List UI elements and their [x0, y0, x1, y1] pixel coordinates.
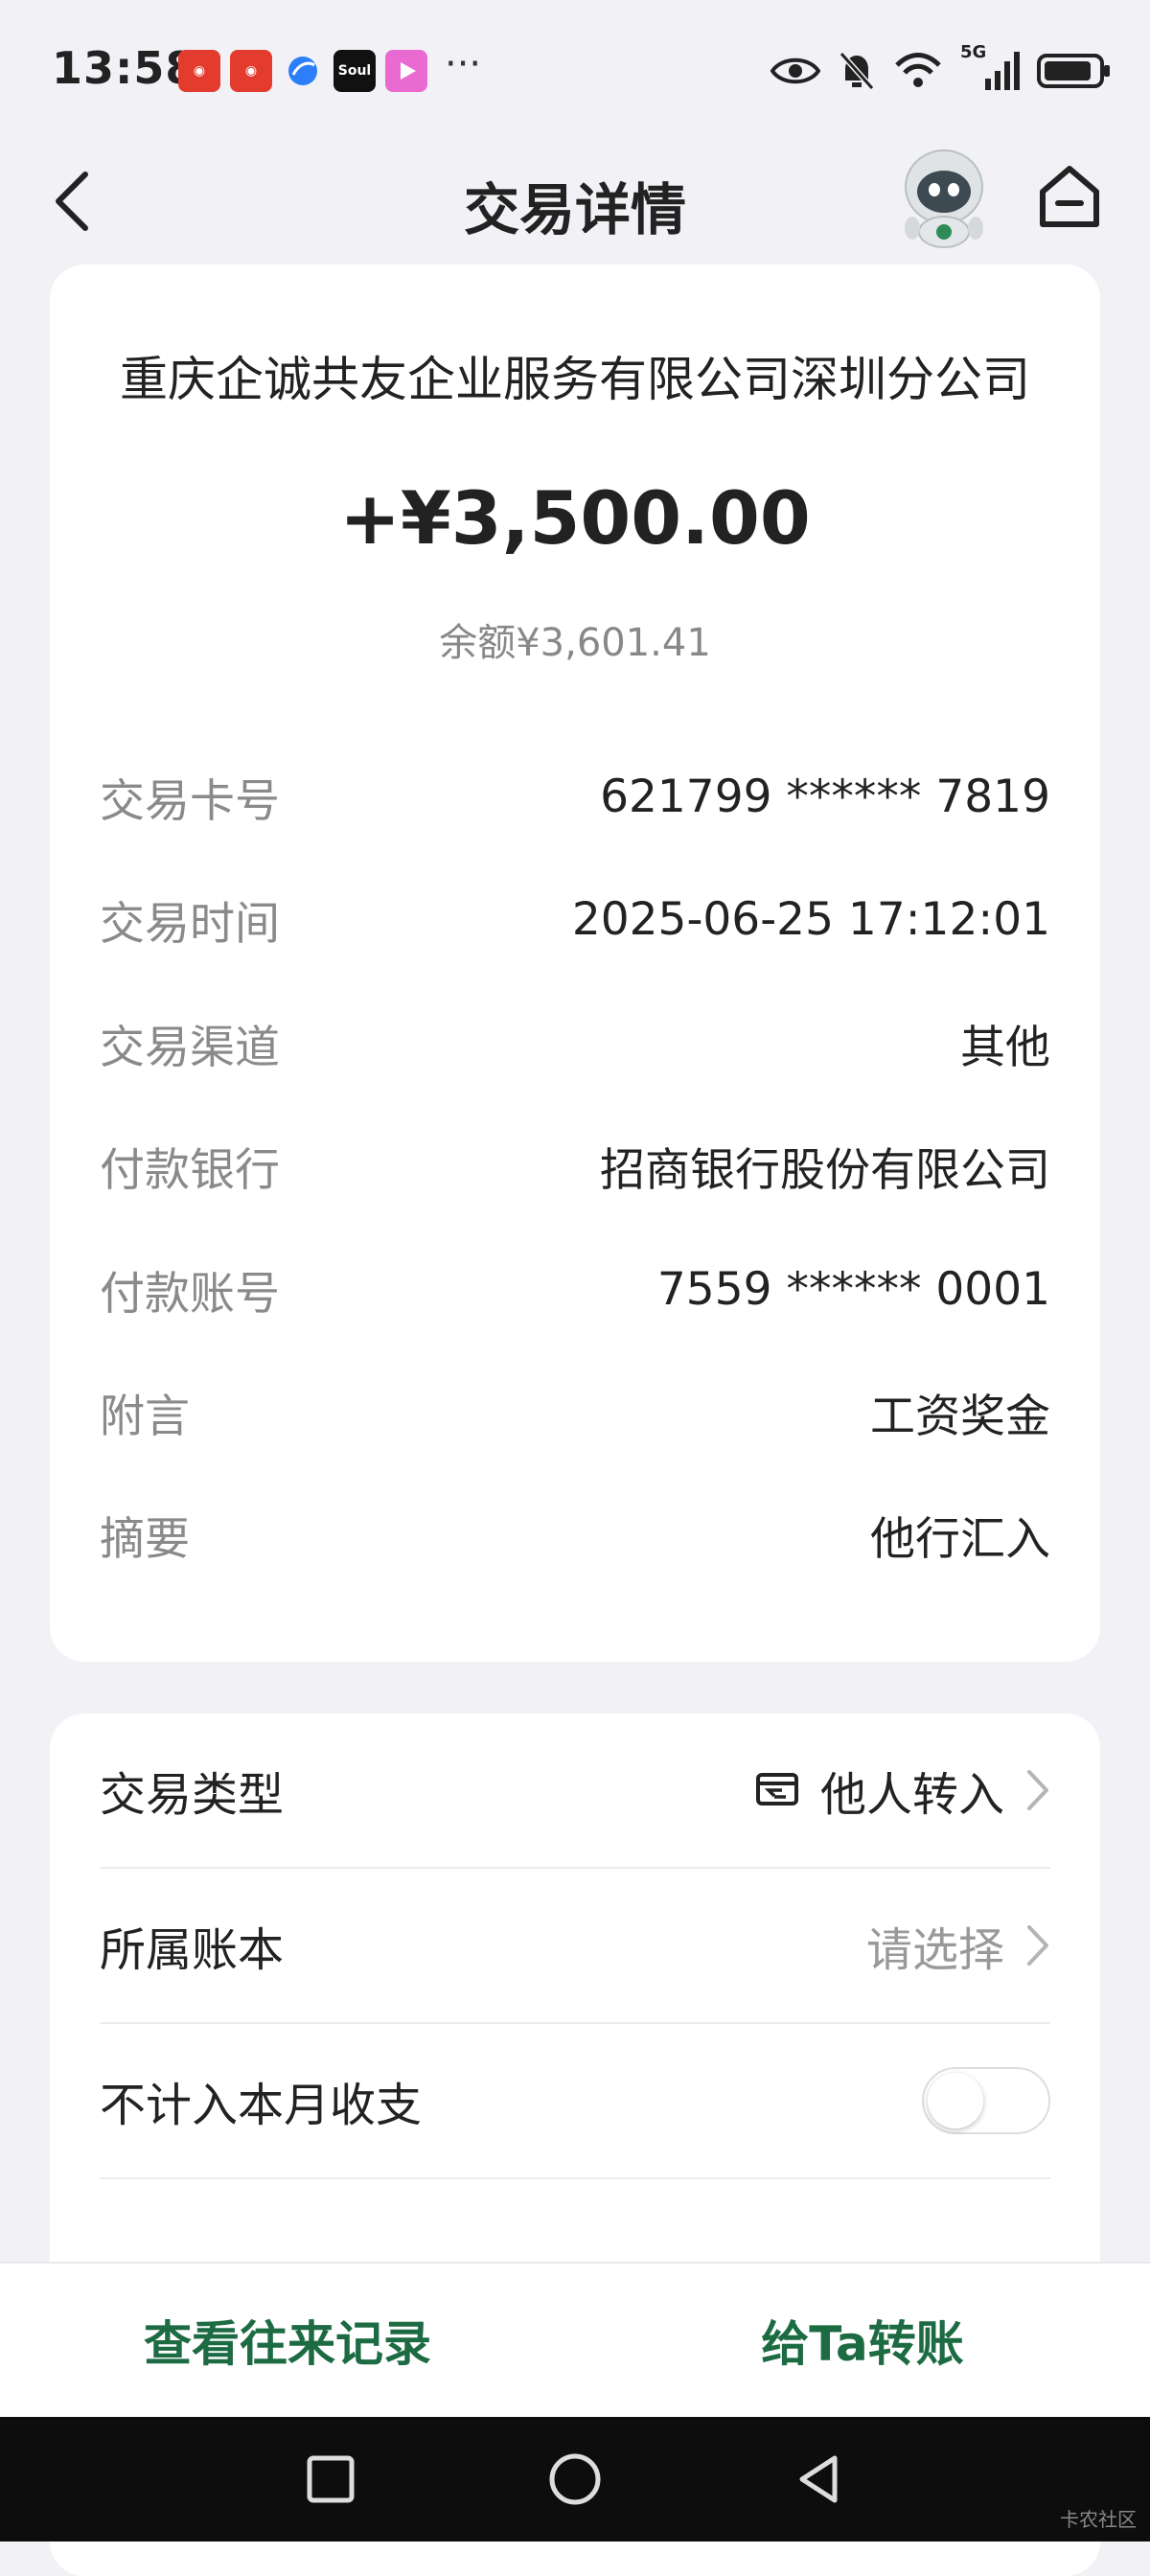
status-time: 13:58 [52, 42, 197, 94]
status-indicators: 5G [770, 42, 1112, 92]
detail-label: 付款账号 [100, 1267, 280, 1321]
recent-apps-icon[interactable] [302, 2450, 359, 2508]
detail-value: 他行汇入 [870, 1512, 1050, 1566]
detail-row-note: 附言 工资奖金 [100, 1378, 1050, 1445]
transaction-type-label: 交易类型 [100, 1768, 285, 1822]
video-icon [385, 50, 427, 92]
view-history-button[interactable]: 查看往来记录 [0, 2264, 575, 2417]
detail-row-summary: 摘要 他行汇入 [100, 1501, 1050, 1568]
transaction-type-value: 他人转入 [819, 1768, 1004, 1822]
status-more-icon: ··· [445, 42, 482, 86]
account-book-label: 所属账本 [100, 1923, 285, 1977]
header: 交易详情 [0, 144, 1150, 259]
home-circle-icon[interactable] [546, 2450, 604, 2508]
home-icon [1040, 166, 1099, 227]
system-nav-bar: 卡农社区 [0, 2417, 1150, 2542]
wifi-icon [895, 53, 941, 87]
detail-row-channel: 交易渠道 其他 [100, 1009, 1050, 1076]
robot-mascot-icon[interactable] [891, 144, 997, 249]
exclude-monthly-row: 不计入本月收支 [100, 2024, 1050, 2179]
account-book-row[interactable]: 所属账本 请选择 [100, 1869, 1050, 2024]
status-app-icons: ◉ ◉ Soul [178, 50, 427, 92]
back-triangle-icon[interactable] [791, 2450, 848, 2508]
detail-label: 摘要 [100, 1512, 190, 1566]
home-button[interactable] [1035, 161, 1104, 230]
signal-icon: 5G [960, 42, 1020, 92]
detail-label: 付款银行 [100, 1143, 280, 1197]
detail-label: 交易渠道 [100, 1021, 280, 1074]
transaction-card: 重庆企诚共友企业服务有限公司深圳分公司 +¥3,500.00 余额¥3,601.… [50, 264, 1100, 1662]
battery-icon [1037, 54, 1110, 88]
detail-row-payer-account: 付款账号 7559 ****** 0001 [100, 1255, 1050, 1322]
chevron-right-icon [1027, 1770, 1048, 1810]
detail-label: 附言 [100, 1390, 190, 1443]
detail-row-time: 交易时间 2025-06-25 17:12:01 [100, 886, 1050, 953]
eye-icon [770, 58, 820, 84]
exclude-monthly-toggle[interactable] [922, 2067, 1050, 2134]
detail-row-card-number: 交易卡号 621799 ****** 7819 [100, 763, 1050, 830]
detail-value: 621799 ****** 7819 [600, 770, 1050, 823]
account-balance: 余额¥3,601.41 [439, 621, 711, 665]
transfer-to-payer-button[interactable]: 给Ta转账 [575, 2264, 1150, 2417]
soul-icon: Soul [334, 50, 376, 92]
detail-label: 交易时间 [100, 897, 280, 951]
detail-value: 2025-06-25 17:12:01 [571, 892, 1050, 946]
detail-value: 招商银行股份有限公司 [600, 1143, 1050, 1197]
detail-row-payer-bank: 付款银行 招商银行股份有限公司 [100, 1132, 1050, 1199]
browser-icon [282, 50, 324, 92]
detail-label: 交易卡号 [100, 774, 280, 828]
watermark: 卡农社区 [1060, 2508, 1137, 2531]
detail-value: 7559 ****** 0001 [656, 1262, 1050, 1316]
exclude-monthly-label: 不计入本月收支 [100, 2079, 423, 2132]
transfer-in-icon [755, 1773, 798, 1806]
mute-bell-icon [839, 52, 875, 90]
chevron-right-icon [1027, 1925, 1048, 1966]
weibo-icon: ◉ [178, 50, 220, 92]
detail-value: 其他 [960, 1021, 1050, 1074]
account-book-value: 请选择 [865, 1923, 1004, 1977]
detail-value: 工资奖金 [870, 1390, 1050, 1443]
transaction-type-row[interactable]: 交易类型 他人转入 [100, 1714, 1050, 1869]
status-bar: 13:58 ◉ ◉ Soul ··· 5G [0, 0, 1150, 144]
toggle-knob [928, 2073, 983, 2128]
transaction-amount: +¥3,500.00 [339, 475, 811, 561]
bottom-action-bar: 查看往来记录 给Ta转账 [0, 2262, 1150, 2417]
weibo-icon: ◉ [230, 50, 272, 92]
payer-name: 重庆企诚共友企业服务有限公司深圳分公司 [120, 352, 1030, 407]
